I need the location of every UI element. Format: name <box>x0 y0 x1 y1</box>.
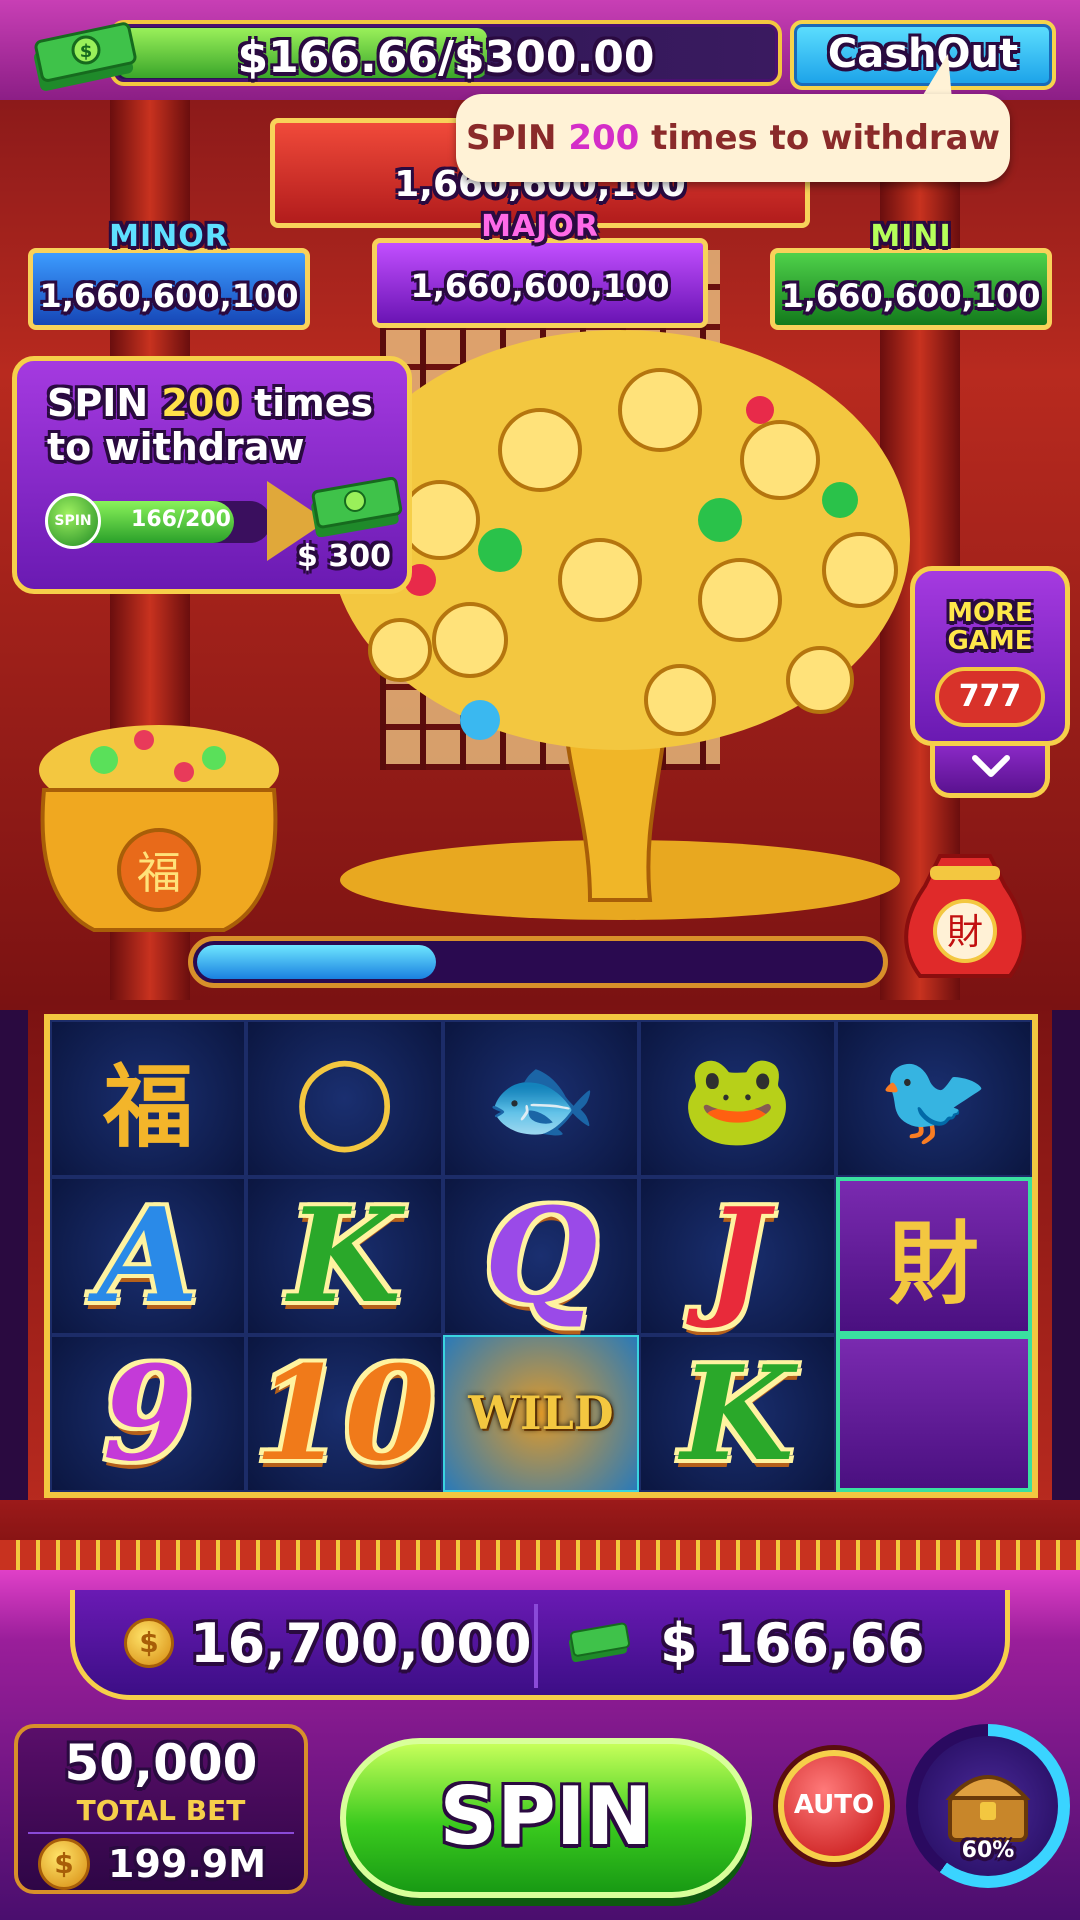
bet-balance: 199.9M <box>108 1842 267 1886</box>
minor-jackpot-label: MINOR <box>109 219 229 254</box>
money-tree-symbol: 財 <box>835 1177 1032 1335</box>
svg-text:財: 財 <box>947 912 983 953</box>
treasure-pot-icon: 福 <box>39 725 279 932</box>
decorative-border <box>0 1540 1080 1570</box>
number-10-symbol: 10 <box>246 1334 443 1492</box>
spin-task-reward: $ 300 <box>297 539 391 574</box>
letter-q-symbol: Q <box>442 1177 640 1335</box>
cash-icon <box>568 1622 630 1662</box>
minor-jackpot-value: 1,660,600,100 <box>39 277 299 315</box>
major-jackpot-label: MAJOR <box>481 209 599 244</box>
chest-progress-text: 60% <box>961 1838 1015 1863</box>
number-10-symbol-glyph: 10 <box>254 1336 436 1490</box>
auto-spin-button[interactable]: AUTO <box>778 1750 890 1862</box>
major-jackpot-value: 1,660,600,100 <box>410 267 670 305</box>
wallet-divider <box>534 1604 538 1688</box>
slot-reels: 福 ◯ 🐟 🐸 🐦 A K Q J 財 9 10 WILD K <box>44 1014 1038 1498</box>
letter-a-symbol: A <box>50 1177 247 1335</box>
mini-jackpot: MINI 1,660,600,100 <box>770 219 1052 330</box>
tooltip-count: 200 <box>568 118 640 158</box>
koi-fish-symbol: 🐟 <box>442 1020 640 1178</box>
letter-k-symbol-glyph: K <box>680 1336 794 1490</box>
minor-jackpot: MINOR 1,660,600,100 <box>28 219 310 330</box>
total-bet-panel[interactable]: 50,000 TOTAL BET $ 199.9M <box>14 1724 308 1894</box>
feature-progress-fill <box>197 945 436 979</box>
svg-text:福: 福 <box>137 848 181 899</box>
gold-ingot-symbol: 福 <box>50 1020 247 1178</box>
treasure-chest-button[interactable] <box>906 1724 1070 1888</box>
spin-badge-icon: SPIN <box>45 493 101 549</box>
letter-k-symbol: K <box>246 1177 443 1335</box>
more-game-collapse-button[interactable] <box>930 744 1050 798</box>
more-game-button[interactable]: MORE GAME 777 <box>910 566 1070 746</box>
cash-stack-icon: $ <box>34 22 137 91</box>
letter-q-symbol-glyph: Q <box>484 1179 598 1333</box>
cash-balance: $ 166,66 <box>660 1612 925 1675</box>
coin-icon: $ <box>38 1838 90 1890</box>
koi-fish-symbol-glyph: 🐟 <box>484 1045 598 1152</box>
letter-j-symbol-glyph: J <box>706 1179 769 1333</box>
wild-symbol-glyph: WILD <box>468 1386 614 1441</box>
spin-button[interactable]: SPIN <box>340 1738 752 1898</box>
letter-j-symbol: J <box>639 1177 836 1335</box>
major-jackpot: MAJOR 1,660,600,100 <box>372 209 708 328</box>
task-title-text: SPIN <box>47 381 162 425</box>
tooltip-text: SPIN <box>465 118 569 158</box>
cash-reward-icon <box>311 477 403 537</box>
money-tree-icon <box>330 330 910 920</box>
jade-bangle-symbol: ◯ <box>246 1020 443 1178</box>
slot-777-icon: 777 <box>935 667 1045 727</box>
svg-text:$: $ <box>80 41 93 62</box>
chevron-down-icon <box>972 755 1010 777</box>
withdraw-progress-bar: $166.66/$300.00 <box>110 20 782 86</box>
golden-toad-symbol: 🐸 <box>639 1020 836 1178</box>
golden-toad-symbol-glyph: 🐸 <box>681 1045 794 1152</box>
total-bet-value: 50,000 <box>64 1734 258 1792</box>
spin-task-title: SPIN 200 times to withdraw <box>47 381 397 469</box>
wild-symbol: WILD <box>442 1334 640 1492</box>
money-tree-symbol-glyph: 財 <box>888 1210 979 1317</box>
number-9-symbol-glyph: 9 <box>102 1336 194 1490</box>
lucky-bag-icon: 財 <box>904 854 1026 978</box>
coin-balance: 16,700,000 <box>190 1612 532 1675</box>
letter-a-symbol-glyph: A <box>97 1179 199 1333</box>
jade-bangle-symbol-glyph: ◯ <box>294 1045 395 1152</box>
phoenix-symbol: 🐦 <box>835 1020 1032 1178</box>
tooltip-text-suffix: times to withdraw <box>639 118 1001 158</box>
spin-requirement-tooltip: SPIN 200 times to withdraw <box>456 94 1010 182</box>
letter-k-symbol-glyph: K <box>288 1179 402 1333</box>
number-9-symbol: 9 <box>50 1334 247 1492</box>
more-game-label: MORE GAME <box>947 598 1033 656</box>
spin-task-panel[interactable]: SPIN 200 times to withdraw 166/200 SPIN … <box>12 356 412 594</box>
coin-icon: $ <box>124 1618 174 1668</box>
feature-progress-bar <box>188 936 888 988</box>
bet-divider <box>28 1832 294 1834</box>
money-tree-symbol-cont <box>835 1334 1032 1492</box>
phoenix-symbol-glyph: 🐦 <box>877 1045 990 1152</box>
letter-k-symbol: K <box>639 1334 836 1492</box>
total-bet-label: TOTAL BET <box>76 1794 246 1827</box>
withdraw-progress-text: $166.66/$300.00 <box>237 32 655 83</box>
mini-jackpot-value: 1,660,600,100 <box>781 277 1041 315</box>
task-title-count: 200 <box>161 381 241 425</box>
gold-ingot-symbol-glyph: 福 <box>103 1053 194 1160</box>
mini-jackpot-label: MINI <box>870 219 952 254</box>
